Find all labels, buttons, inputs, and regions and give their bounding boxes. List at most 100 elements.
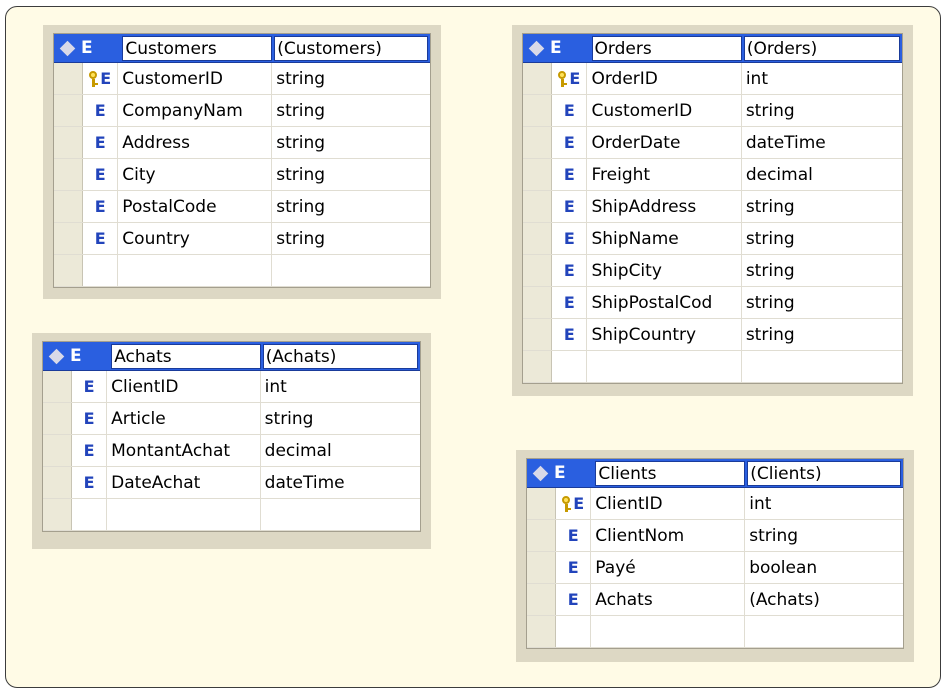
table-name[interactable]: Customers: [122, 36, 273, 61]
table-achats[interactable]: E Achats (Achats) E ClientID int E Article strin…: [32, 333, 431, 549]
field-type[interactable]: int: [261, 371, 420, 402]
field-type[interactable]: [745, 616, 903, 647]
row-selector[interactable]: [523, 63, 553, 94]
table-name[interactable]: Orders: [591, 36, 742, 61]
field-type[interactable]: string: [272, 127, 430, 158]
field-type[interactable]: string: [742, 223, 902, 254]
table-orders[interactable]: E Orders (Orders) E OrderID int E CustomerID str…: [512, 25, 913, 396]
row-selector[interactable]: [527, 488, 557, 519]
field-name[interactable]: Country: [118, 223, 273, 254]
table-row[interactable]: E Freight decimal: [523, 159, 902, 191]
field-type[interactable]: string: [261, 403, 420, 434]
table-row[interactable]: E ShipName string: [523, 223, 902, 255]
field-type[interactable]: string: [742, 287, 902, 318]
field-name[interactable]: Article: [107, 403, 261, 434]
field-type[interactable]: decimal: [742, 159, 902, 190]
row-selector[interactable]: [54, 127, 84, 158]
row-selector[interactable]: [54, 255, 84, 286]
field-type[interactable]: [272, 255, 430, 286]
table-row[interactable]: E PostalCode string: [54, 191, 430, 223]
row-selector[interactable]: [527, 552, 557, 583]
table-header[interactable]: E Clients (Clients): [527, 459, 903, 488]
field-type[interactable]: boolean: [745, 552, 903, 583]
table-row[interactable]: E CompanyNam string: [54, 95, 430, 127]
table-row[interactable]: E ClientID int: [43, 371, 420, 403]
table-row[interactable]: E CustomerID string: [54, 63, 430, 95]
table-row[interactable]: E DateAchat dateTime: [43, 467, 420, 499]
field-type[interactable]: string: [742, 191, 902, 222]
schema-designer-canvas[interactable]: E Customers (Customers) E CustomerID string E C…: [5, 6, 941, 688]
field-type[interactable]: int: [742, 63, 902, 94]
table-type[interactable]: (Orders): [743, 36, 900, 61]
field-type[interactable]: string: [742, 319, 902, 350]
field-type[interactable]: [742, 351, 902, 382]
table-row[interactable]: E Article string: [43, 403, 420, 435]
row-selector[interactable]: [43, 499, 73, 530]
field-name[interactable]: CompanyNam: [118, 95, 273, 126]
field-name[interactable]: ShipCountry: [587, 319, 742, 350]
row-selector[interactable]: [43, 435, 73, 466]
table-name[interactable]: Achats: [111, 344, 261, 369]
row-selector[interactable]: [527, 616, 557, 647]
row-selector[interactable]: [43, 467, 73, 498]
table-row[interactable]: E MontantAchat decimal: [43, 435, 420, 467]
table-type[interactable]: (Customers): [274, 36, 428, 61]
row-selector[interactable]: [523, 95, 553, 126]
table-header[interactable]: E Orders (Orders): [523, 34, 902, 63]
field-name[interactable]: DateAchat: [107, 467, 261, 498]
row-selector[interactable]: [43, 371, 73, 402]
field-name[interactable]: Achats: [591, 584, 746, 615]
table-row[interactable]: E OrderID int: [523, 63, 902, 95]
row-selector[interactable]: [527, 520, 557, 551]
table-row[interactable]: E ClientID int: [527, 488, 903, 520]
field-name[interactable]: CustomerID: [118, 63, 273, 94]
row-selector[interactable]: [527, 584, 557, 615]
row-selector[interactable]: [523, 159, 553, 190]
table-customers[interactable]: E Customers (Customers) E CustomerID string E C…: [43, 25, 441, 299]
field-name[interactable]: Address: [118, 127, 273, 158]
field-name[interactable]: CustomerID: [587, 95, 742, 126]
field-type[interactable]: string: [272, 191, 430, 222]
field-name[interactable]: OrderDate: [587, 127, 742, 158]
table-header[interactable]: E Customers (Customers): [54, 34, 430, 63]
field-name[interactable]: ShipCity: [587, 255, 742, 286]
table-row[interactable]: E Achats (Achats): [527, 584, 903, 616]
new-row[interactable]: [527, 616, 903, 648]
row-selector[interactable]: [523, 319, 553, 350]
field-name[interactable]: ClientNom: [591, 520, 746, 551]
field-name[interactable]: ShipName: [587, 223, 742, 254]
field-name[interactable]: [591, 616, 746, 647]
field-type[interactable]: string: [272, 223, 430, 254]
field-name[interactable]: ClientID: [107, 371, 261, 402]
table-row[interactable]: E Country string: [54, 223, 430, 255]
table-row[interactable]: E ShipCountry string: [523, 319, 902, 351]
row-selector[interactable]: [523, 255, 553, 286]
field-type[interactable]: string: [742, 95, 902, 126]
field-type[interactable]: string: [272, 63, 430, 94]
row-selector[interactable]: [523, 287, 553, 318]
field-type[interactable]: string: [745, 520, 903, 551]
field-name[interactable]: PostalCode: [118, 191, 273, 222]
table-type[interactable]: (Achats): [262, 344, 418, 369]
field-type[interactable]: (Achats): [745, 584, 903, 615]
field-type[interactable]: dateTime: [742, 127, 902, 158]
row-selector[interactable]: [43, 403, 73, 434]
table-name[interactable]: Clients: [595, 461, 746, 486]
new-row[interactable]: [54, 255, 430, 287]
table-row[interactable]: E ClientNom string: [527, 520, 903, 552]
row-selector[interactable]: [54, 159, 84, 190]
table-clients[interactable]: E Clients (Clients) E ClientID int E ClientNom s…: [516, 450, 914, 662]
field-name[interactable]: Freight: [587, 159, 742, 190]
new-row[interactable]: [523, 351, 902, 383]
row-selector[interactable]: [523, 127, 553, 158]
row-selector[interactable]: [54, 95, 84, 126]
field-name[interactable]: OrderID: [587, 63, 742, 94]
table-row[interactable]: E Payé boolean: [527, 552, 903, 584]
field-type[interactable]: decimal: [261, 435, 420, 466]
row-selector[interactable]: [523, 191, 553, 222]
row-selector[interactable]: [523, 223, 553, 254]
field-type[interactable]: [261, 499, 420, 530]
field-type[interactable]: string: [272, 95, 430, 126]
field-name[interactable]: Payé: [591, 552, 746, 583]
table-header[interactable]: E Achats (Achats): [43, 342, 420, 371]
